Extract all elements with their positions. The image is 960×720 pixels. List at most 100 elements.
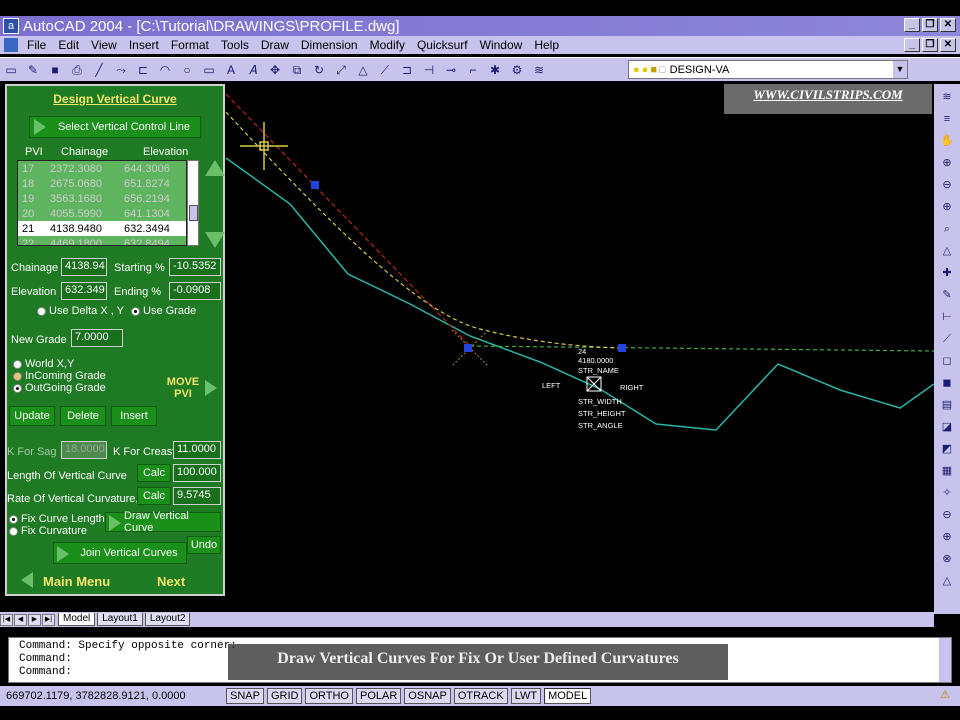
insert-button[interactable]: Insert [111,406,157,426]
grip-point[interactable] [464,344,472,352]
doc-minimize-button[interactable]: _ [904,38,920,52]
calc-rate-button[interactable]: Calc [137,487,171,505]
main-menu-button[interactable]: Main Menu [43,574,110,589]
polar-toggle[interactable]: POLAR [356,688,402,704]
osnap-toggle[interactable]: OSNAP [404,688,451,704]
move-icon[interactable]: ✥ [266,61,284,79]
move-pvi-button[interactable] [205,380,217,396]
break-icon[interactable]: ⊸ [442,61,460,79]
trim-icon[interactable]: ⊐ [398,61,416,79]
list-item[interactable]: 20 4055.5990 641.1304 [18,206,186,221]
model-toggle[interactable]: MODEL [544,688,592,704]
chainage-field[interactable]: 4138.94 [61,258,107,276]
zoom-realtime-icon[interactable]: ⊕ [938,528,956,546]
zoom-window-icon[interactable]: ⌕ [938,220,956,238]
block-icon[interactable]: ✚ [938,264,956,282]
circle-icon[interactable]: ○ [178,61,196,79]
prev-tab-icon[interactable]: ◀ [14,613,27,626]
grid-toggle[interactable]: GRID [266,688,303,704]
world-xy-radio[interactable]: World X,Y [13,358,74,370]
select-control-line-button[interactable]: Select Vertical Control Line [29,116,201,138]
lwt-toggle[interactable]: LWT [510,688,542,704]
autocad-app-icon[interactable]: a [3,18,19,34]
text-icon[interactable]: A [222,61,240,79]
menu-dimension[interactable]: Dimension [296,38,365,52]
scroll-thumb[interactable] [189,205,198,221]
zoom-extents-icon[interactable]: ⊗ [938,550,956,568]
grip-point[interactable] [311,181,319,189]
elevation-field[interactable]: 632.349 [61,282,107,300]
point-icon[interactable]: ◻ [938,352,956,370]
polyline-icon[interactable]: ⤳ [112,61,130,79]
move-up-icon[interactable] [205,160,225,176]
last-tab-icon[interactable]: ▶| [42,613,55,626]
attribute-icon[interactable]: ✎ [938,286,956,304]
layer-dropdown[interactable]: ● ● ■ ■ DESIGN-VA ▼ [628,60,908,79]
tab-model[interactable]: Model [58,613,96,626]
pan-icon[interactable]: ✋ [938,132,956,150]
multiline-text-icon[interactable]: 𝐴 [244,61,262,79]
next-button[interactable]: Next [157,574,185,589]
extend-icon[interactable]: ⊣ [420,61,438,79]
grip-point[interactable] [618,344,626,352]
command-scrollbar[interactable] [939,638,951,682]
list-item[interactable]: 22 4469.1800 632.8494 [18,236,186,246]
save-icon[interactable]: ■ [46,61,64,79]
delete-button[interactable]: Delete [60,406,106,426]
arc-icon[interactable]: ◠ [156,61,174,79]
line-icon[interactable]: ╱ [90,61,108,79]
draw-vertical-curve-button[interactable]: Draw Vertical Curve [105,510,221,534]
stretch-icon[interactable]: ⟋ [376,61,394,79]
menu-quicksurf[interactable]: Quicksurf [412,38,475,52]
starting-field[interactable]: -10.5352 [169,258,221,276]
properties-icon[interactable]: ⚙ [508,61,526,79]
first-tab-icon[interactable]: |◀ [0,613,13,626]
incoming-grade-radio[interactable]: InComing Grade [13,370,106,382]
snap-toggle[interactable]: SNAP [226,688,264,704]
new-file-icon[interactable]: ▭ [2,61,20,79]
undo-button[interactable]: Undo [187,536,221,554]
chamfer-icon[interactable]: ⌐ [464,61,482,79]
close-button[interactable]: ✕ [940,18,956,32]
length-field[interactable]: 100.000 [173,464,221,482]
menu-view[interactable]: View [86,38,124,52]
shade-icon[interactable]: ◩ [938,440,956,458]
scale-icon[interactable]: ⤢ [332,61,350,79]
chevron-down-icon[interactable]: ▼ [893,61,907,78]
next-tab-icon[interactable]: ▶ [28,613,41,626]
dimension-icon[interactable]: ⊢ [938,308,956,326]
layer-previous-icon[interactable]: ≡ [938,110,956,128]
mirror-icon[interactable]: △ [354,61,372,79]
move-down-icon[interactable] [205,232,225,248]
update-button[interactable]: Update [9,406,55,426]
k-crest-field[interactable]: 11.0000 [173,441,221,459]
use-delta-radio[interactable]: Use Delta X , Y [37,305,124,317]
list-item[interactable]: 17 2372.3080 644.3006 [18,161,186,176]
outgoing-grade-radio[interactable]: OutGoing Grade [13,382,106,394]
otrack-toggle[interactable]: OTRACK [453,688,508,704]
list-item[interactable]: 19 3563.1680 656.2194 [18,191,186,206]
k-sag-field[interactable]: 18.0000 [61,441,107,459]
list-scrollbar[interactable] [187,160,199,246]
layers-icon[interactable]: ≋ [530,61,548,79]
menu-tools[interactable]: Tools [216,38,256,52]
menu-modify[interactable]: Modify [365,38,412,52]
rectangle-tool-icon[interactable]: ▭ [200,61,218,79]
restore-button[interactable]: ❐ [922,18,938,32]
warning-icon[interactable]: ⚠ [940,688,950,701]
table-icon[interactable]: ▤ [938,396,956,414]
region-icon[interactable]: ◼ [938,374,956,392]
calc-length-button[interactable]: Calc [137,464,171,482]
list-item[interactable]: 18 2675.0680 651.8274 [18,176,186,191]
doc-restore-button[interactable]: ❐ [922,38,938,52]
doc-close-button[interactable]: ✕ [940,38,956,52]
minimize-button[interactable]: _ [904,18,920,32]
use-grade-radio[interactable]: Use Grade [131,305,196,317]
fix-length-radio[interactable]: Fix Curve Length [9,513,105,525]
rate-field[interactable]: 9.5745 [173,487,221,505]
rotate-icon[interactable]: ↻ [310,61,328,79]
ending-field[interactable]: -0.0908 [169,282,221,300]
leader-icon[interactable]: ⟋ [938,330,956,348]
tab-layout2[interactable]: Layout2 [144,613,191,626]
list-item-selected[interactable]: 21 4138.9480 632.3494 [18,221,186,236]
